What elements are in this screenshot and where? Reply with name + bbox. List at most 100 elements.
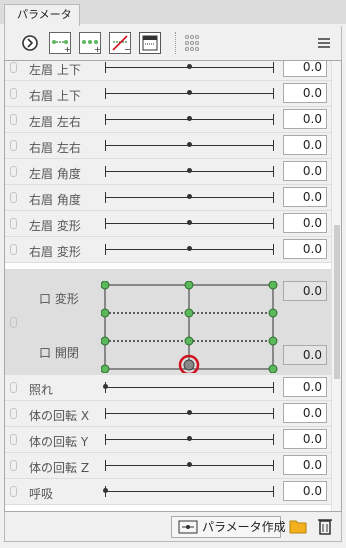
link-icon xyxy=(10,218,17,229)
toolbar: + + − xyxy=(4,26,342,60)
param-label: 呼吸 xyxy=(29,487,54,501)
slider-max-cap xyxy=(273,218,274,229)
slider-handle[interactable] xyxy=(187,142,192,147)
param-value-input[interactable]: 0.0 xyxy=(283,187,327,207)
slider-handle[interactable] xyxy=(187,220,192,225)
parameter-list: 左眉 上下 0.0 右眉 上下 0.0 左眉 左右 0.0 右眉 左右 0.0 左眉 角度 0.0… xyxy=(4,60,342,512)
param-value-input[interactable]: 0.0 xyxy=(283,61,327,77)
slider-min-cap xyxy=(105,244,106,255)
param-value-input[interactable]: 0.0 xyxy=(283,239,327,259)
add-key-icon[interactable]: + xyxy=(49,32,71,54)
scrollbar-thumb[interactable] xyxy=(334,225,340,379)
circle-chevron-icon[interactable] xyxy=(19,32,41,54)
param-label: 左眉 上下 xyxy=(29,63,81,77)
link-icon xyxy=(10,244,17,255)
param-label: 左眉 左右 xyxy=(29,115,81,129)
slider-max-cap xyxy=(273,382,274,393)
param-label: 左眉 変形 xyxy=(29,219,81,233)
link-icon xyxy=(10,382,17,393)
scrollbar[interactable] xyxy=(331,61,341,511)
param-value-input[interactable]: 0.0 xyxy=(283,83,327,103)
param-value-input[interactable]: 0.0 xyxy=(283,481,327,501)
slider-max-cap xyxy=(273,192,274,203)
create-parameter-button[interactable]: パラメータ作成 xyxy=(171,516,286,540)
slider-max-cap xyxy=(273,486,274,497)
param-label: 右眉 変形 xyxy=(29,245,81,259)
grid-dots-icon[interactable] xyxy=(181,32,203,54)
param-row: 左眉 変形 0.0 xyxy=(5,211,331,237)
slider-min-cap xyxy=(105,88,106,99)
param-value-input[interactable]: 0.0 xyxy=(283,109,327,129)
param-value-input[interactable]: 0.0 xyxy=(283,403,327,423)
slider-min-cap xyxy=(105,62,106,73)
slider-min-cap xyxy=(105,140,106,151)
mouth-open-value[interactable]: 0.0 xyxy=(283,345,327,365)
slider-min-cap xyxy=(105,460,106,471)
param-row: 左眉 左右 0.0 xyxy=(5,107,331,133)
folder-icon[interactable] xyxy=(289,518,307,537)
slider-max-cap xyxy=(273,88,274,99)
param-label: 左眉 角度 xyxy=(29,167,81,181)
param-label: 体の回転 X xyxy=(29,409,90,423)
toolbar-separator xyxy=(175,32,177,54)
slider-handle[interactable] xyxy=(187,90,192,95)
tab-parameters[interactable]: パラメータ xyxy=(4,4,80,26)
param-label: 右眉 角度 xyxy=(29,193,81,207)
slider-min-cap xyxy=(105,166,106,177)
slider-min-cap xyxy=(105,408,106,419)
create-parameter-label: パラメータ作成 xyxy=(202,520,286,534)
slider-max-cap xyxy=(273,460,274,471)
param-value-input[interactable]: 0.0 xyxy=(283,455,327,475)
link-icon xyxy=(10,88,17,99)
param-row: 体の回転 Y 0.0 xyxy=(5,427,331,453)
param-row: 右眉 角度 0.0 xyxy=(5,185,331,211)
trash-icon[interactable] xyxy=(317,517,333,538)
param-value-input[interactable]: 0.0 xyxy=(283,135,327,155)
param-row: 体の回転 X 0.0 xyxy=(5,401,331,427)
slider-min-cap xyxy=(105,434,106,445)
param-slider[interactable] xyxy=(105,491,273,492)
param-value-input[interactable]: 0.0 xyxy=(283,213,327,233)
delete-key-icon[interactable]: − xyxy=(109,32,131,54)
slider-handle[interactable] xyxy=(103,384,108,389)
slider-handle[interactable] xyxy=(187,168,192,173)
window-icon[interactable] xyxy=(139,32,161,54)
slider-handle[interactable] xyxy=(187,410,192,415)
param-label: 体の回転 Y xyxy=(29,435,89,449)
slider-max-cap xyxy=(273,244,274,255)
slider-handle[interactable] xyxy=(187,462,192,467)
slider-handle[interactable] xyxy=(103,488,108,493)
link-icon xyxy=(10,408,17,419)
bottom-toolbar: パラメータ作成 xyxy=(4,512,342,542)
param-row: 右眉 左右 0.0 xyxy=(5,133,331,159)
slider-handle[interactable] xyxy=(187,436,192,441)
param-label: 照れ xyxy=(29,383,54,397)
slider-handle[interactable] xyxy=(187,246,192,251)
parameter-create-icon xyxy=(178,520,198,540)
param-slider[interactable] xyxy=(105,387,273,388)
slider-handle[interactable] xyxy=(187,64,192,69)
param-label: 右眉 上下 xyxy=(29,89,81,103)
param-label: 右眉 左右 xyxy=(29,141,81,155)
param-value-input[interactable]: 0.0 xyxy=(283,377,327,397)
param-row: 照れ 0.0 xyxy=(5,375,331,401)
slider-handle[interactable] xyxy=(187,194,192,199)
param-label: 体の回転 Z xyxy=(29,461,90,475)
param-value-input[interactable]: 0.0 xyxy=(283,429,327,449)
mouth-form-value[interactable]: 0.0 xyxy=(283,281,327,301)
svg-text:−: − xyxy=(124,45,130,53)
link-icon xyxy=(10,317,17,328)
param-row: 左眉 上下 0.0 xyxy=(5,61,331,81)
link-icon xyxy=(10,62,17,73)
add-key-plus-icon[interactable]: + xyxy=(79,32,101,54)
param-row: 右眉 変形 0.0 xyxy=(5,237,331,263)
slider-handle[interactable] xyxy=(187,116,192,121)
hamburger-menu-icon[interactable] xyxy=(313,32,335,54)
param-value-input[interactable]: 0.0 xyxy=(283,161,327,181)
param-row: 呼吸 0.0 xyxy=(5,479,331,505)
slider-min-cap xyxy=(105,218,106,229)
link-icon xyxy=(10,486,17,497)
link-icon xyxy=(10,192,17,203)
mouth-2d-grid[interactable] xyxy=(101,281,281,373)
mouth-param-group: 口 変形 口 開閉 0.0 0.0 xyxy=(5,269,331,375)
